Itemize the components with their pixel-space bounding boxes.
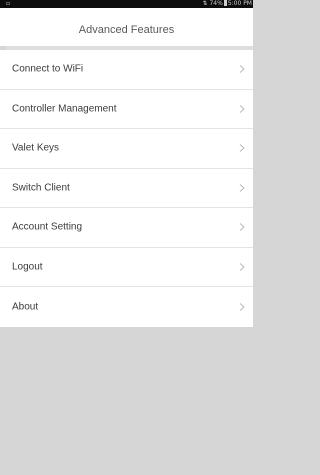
image-icon: ▫ (6, 0, 11, 7)
chevron-right-icon (239, 183, 245, 192)
menu-item-label: Connect to WiFi (12, 63, 84, 75)
menu-item-logout[interactable]: Logout (0, 248, 253, 287)
chevron-right-icon (239, 144, 245, 153)
menu-item-controller-management[interactable]: Controller Management (0, 90, 253, 129)
menu-item-about[interactable]: About (0, 287, 253, 327)
menu-item-label: Logout (12, 261, 43, 273)
settings-menu: Connect to WiFi Controller Management Va… (0, 50, 253, 327)
battery-icon (223, 0, 227, 6)
chevron-right-icon (239, 262, 245, 271)
menu-item-label: Switch Client (12, 182, 70, 194)
signal-icon: ⇅ (202, 0, 208, 7)
chevron-right-icon (239, 223, 245, 232)
menu-item-label: About (12, 301, 39, 313)
chevron-right-icon (239, 302, 245, 311)
menu-item-connect-wifi[interactable]: Connect to WiFi (0, 50, 253, 90)
chevron-right-icon (239, 104, 245, 113)
status-right: ⇅ 74% 5:00 PM (203, 0, 252, 8)
menu-item-account-setting[interactable]: Account Setting (0, 208, 253, 248)
header: Advanced Features (0, 8, 253, 46)
menu-item-switch-client[interactable]: Switch Client (0, 169, 253, 208)
menu-item-label: Controller Management (12, 103, 117, 115)
chevron-right-icon (239, 65, 245, 74)
battery-percent: 74% (209, 0, 223, 7)
menu-item-label: Account Setting (12, 221, 83, 233)
status-bar: ▫ ⇅ 74% 5:00 PM (0, 0, 253, 8)
empty-area (0, 327, 253, 475)
menu-item-valet-keys[interactable]: Valet Keys (0, 129, 253, 169)
status-time: 5:00 PM (227, 0, 252, 7)
page-title: Advanced Features (78, 24, 175, 36)
menu-item-label: Valet Keys (12, 142, 60, 154)
